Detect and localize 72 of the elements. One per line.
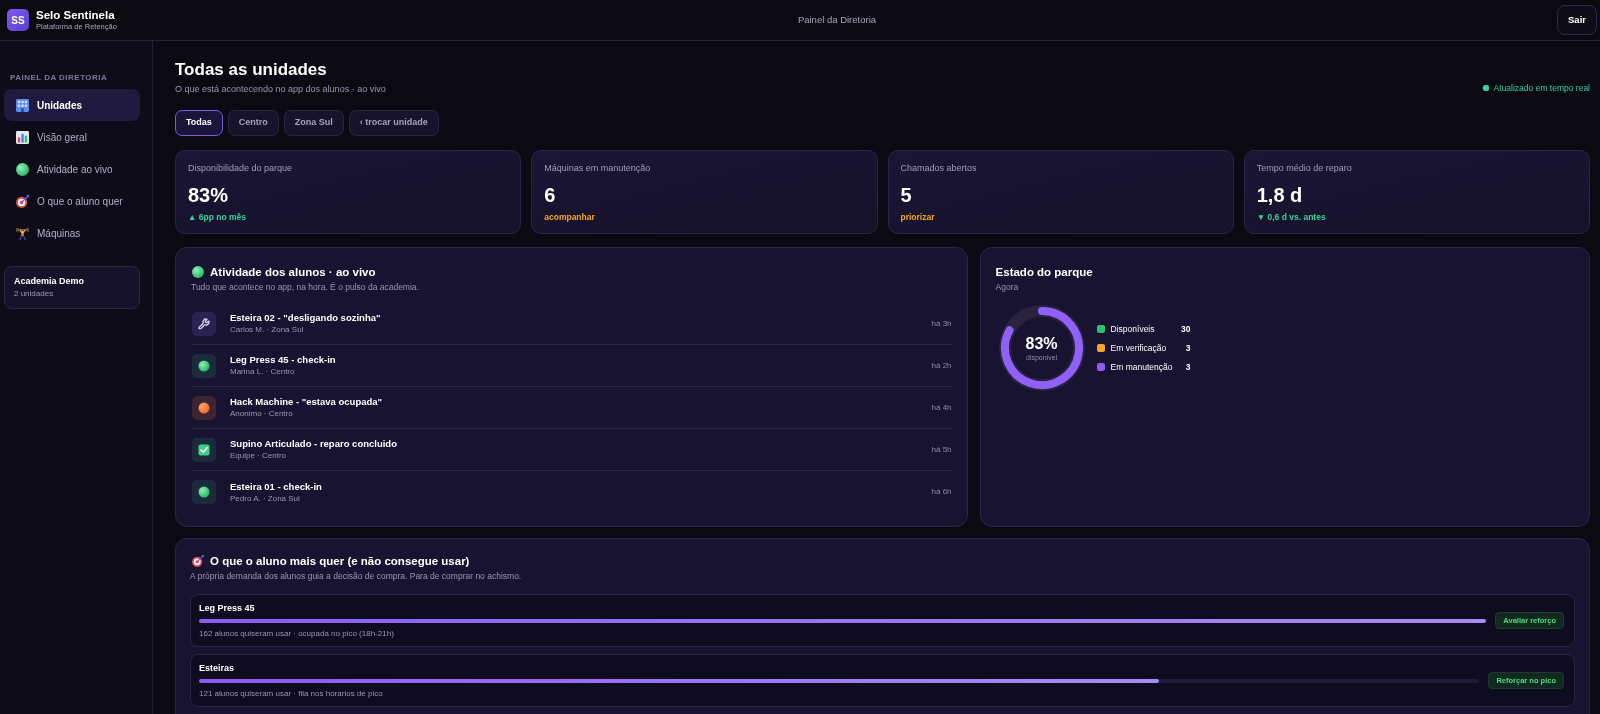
stat-label: Disponibilidade do parque	[188, 162, 293, 175]
bar-chart-icon	[16, 130, 29, 144]
event-detail: Marina L. · Centro	[230, 366, 295, 378]
account-name: Academia Demo	[14, 275, 85, 288]
stat-note: ▲ 6pp no mês	[188, 211, 246, 223]
event-detail: Pedro A. · Zona Sul	[230, 492, 300, 505]
wrench-icon	[192, 311, 216, 336]
panel-title: Estado do parque	[995, 265, 1093, 280]
sidebar-item[interactable]: Unidades	[4, 89, 140, 121]
event-title: Leg Press 45 - check-in	[230, 353, 336, 366]
event-title: Hack Machine - "estava ocupada"	[230, 395, 383, 408]
target-icon	[192, 555, 204, 567]
page-title: Todas as unidades	[175, 59, 327, 81]
event-detail: Equipe · Centro	[230, 450, 287, 462]
stat-note: acompanhar	[544, 211, 595, 223]
weightlifter-icon	[16, 226, 29, 240]
legend-label: Em manutenção	[1110, 361, 1174, 373]
filter-tab[interactable]: Centro	[227, 110, 279, 136]
event-title: Esteira 01 - check-in	[230, 479, 322, 493]
status-dot-icon	[192, 266, 204, 278]
legend-value: 3	[1184, 361, 1191, 373]
stat-label: Chamados abertos	[900, 162, 977, 175]
page-heading: Painel da Diretoria	[797, 12, 877, 27]
stat-value: 1,8 d	[1256, 183, 1303, 207]
panel-subtitle: Agora	[995, 281, 1019, 294]
target-icon	[16, 194, 29, 208]
logout-button[interactable]: Sair	[1557, 5, 1597, 35]
stat-note: priorizar	[900, 211, 935, 223]
stat-value: 5	[900, 183, 912, 207]
stat-note: ▼ 0,6 d vs. antes	[1256, 211, 1326, 223]
legend-label: Disponíveis	[1110, 323, 1156, 335]
logo-icon: SS	[7, 9, 29, 31]
stat-label: Tempo médio de reparo	[1256, 162, 1352, 175]
page-subtitle: O que está acontecendo no app dos alunos · ao vivo	[175, 83, 386, 95]
panel-title: O que o aluno mais quer (e não consegue usar)	[210, 554, 470, 569]
event-title: Supino Articulado - reparo concluido	[230, 437, 397, 450]
panel-title: Atividade dos alunos · ao vivo	[210, 265, 376, 280]
sidebar-item[interactable]: O que o aluno quer	[4, 185, 140, 217]
event-time: há 6h	[931, 486, 952, 498]
event-time: há 5h	[931, 443, 952, 456]
demand-name: Esteiras	[199, 662, 235, 675]
filter-tab[interactable]: Zona Sul	[283, 110, 344, 136]
filter-tab[interactable]: Todas	[175, 110, 223, 136]
sidebar-item[interactable]: Máquinas	[4, 217, 140, 249]
check-icon	[192, 437, 216, 462]
event-time: há 4h	[931, 401, 952, 414]
live-status: Atualizado em tempo real	[1493, 82, 1590, 94]
event-detail: Carlos M. · Zona Sul	[230, 324, 304, 336]
event-time: há 2h	[931, 359, 952, 372]
legend-label: Em verificação	[1110, 342, 1168, 354]
status-dot-icon	[16, 162, 29, 176]
event-title: Esteira 02 - "desligando sozinha"	[230, 311, 381, 324]
account-detail: 2 unidades	[14, 288, 54, 300]
building-icon	[16, 98, 29, 112]
demand-name: Leg Press 45	[199, 602, 255, 615]
sidebar-item[interactable]: Visão geral	[4, 121, 140, 153]
legend-value: 30	[1180, 323, 1191, 335]
brand-name: Selo Sentinela	[36, 8, 116, 22]
event-detail: Anonimo · Centro	[230, 408, 293, 420]
stat-value: 83%	[188, 183, 229, 207]
ring-value: 83%	[1025, 333, 1058, 353]
demand-note: 121 alunos quiseram usar · fila nos horarios de pico	[199, 688, 383, 700]
stat-label: Máquinas em manutenção	[544, 162, 651, 175]
sidebar-item[interactable]: Atividade ao vivo	[4, 153, 140, 185]
sidebar-section-label: PAINEL DA DIRETORIA	[9, 72, 109, 84]
event-time: há 3h	[931, 317, 952, 330]
filter-tab[interactable]: ‹ trocar unidade	[348, 110, 439, 136]
panel-subtitle: A própria demanda dos alunos guia a decisão de compra. Para de comprar no achismo.	[190, 570, 522, 583]
demand-note: 162 alunos quiseram usar · ocupada no pico (18h-21h)	[199, 628, 394, 640]
legend-value: 3	[1184, 342, 1191, 354]
panel-subtitle: Tudo que acontece no app, na hora. É o pulso da academia.	[191, 281, 419, 294]
stat-value: 6	[544, 183, 556, 207]
